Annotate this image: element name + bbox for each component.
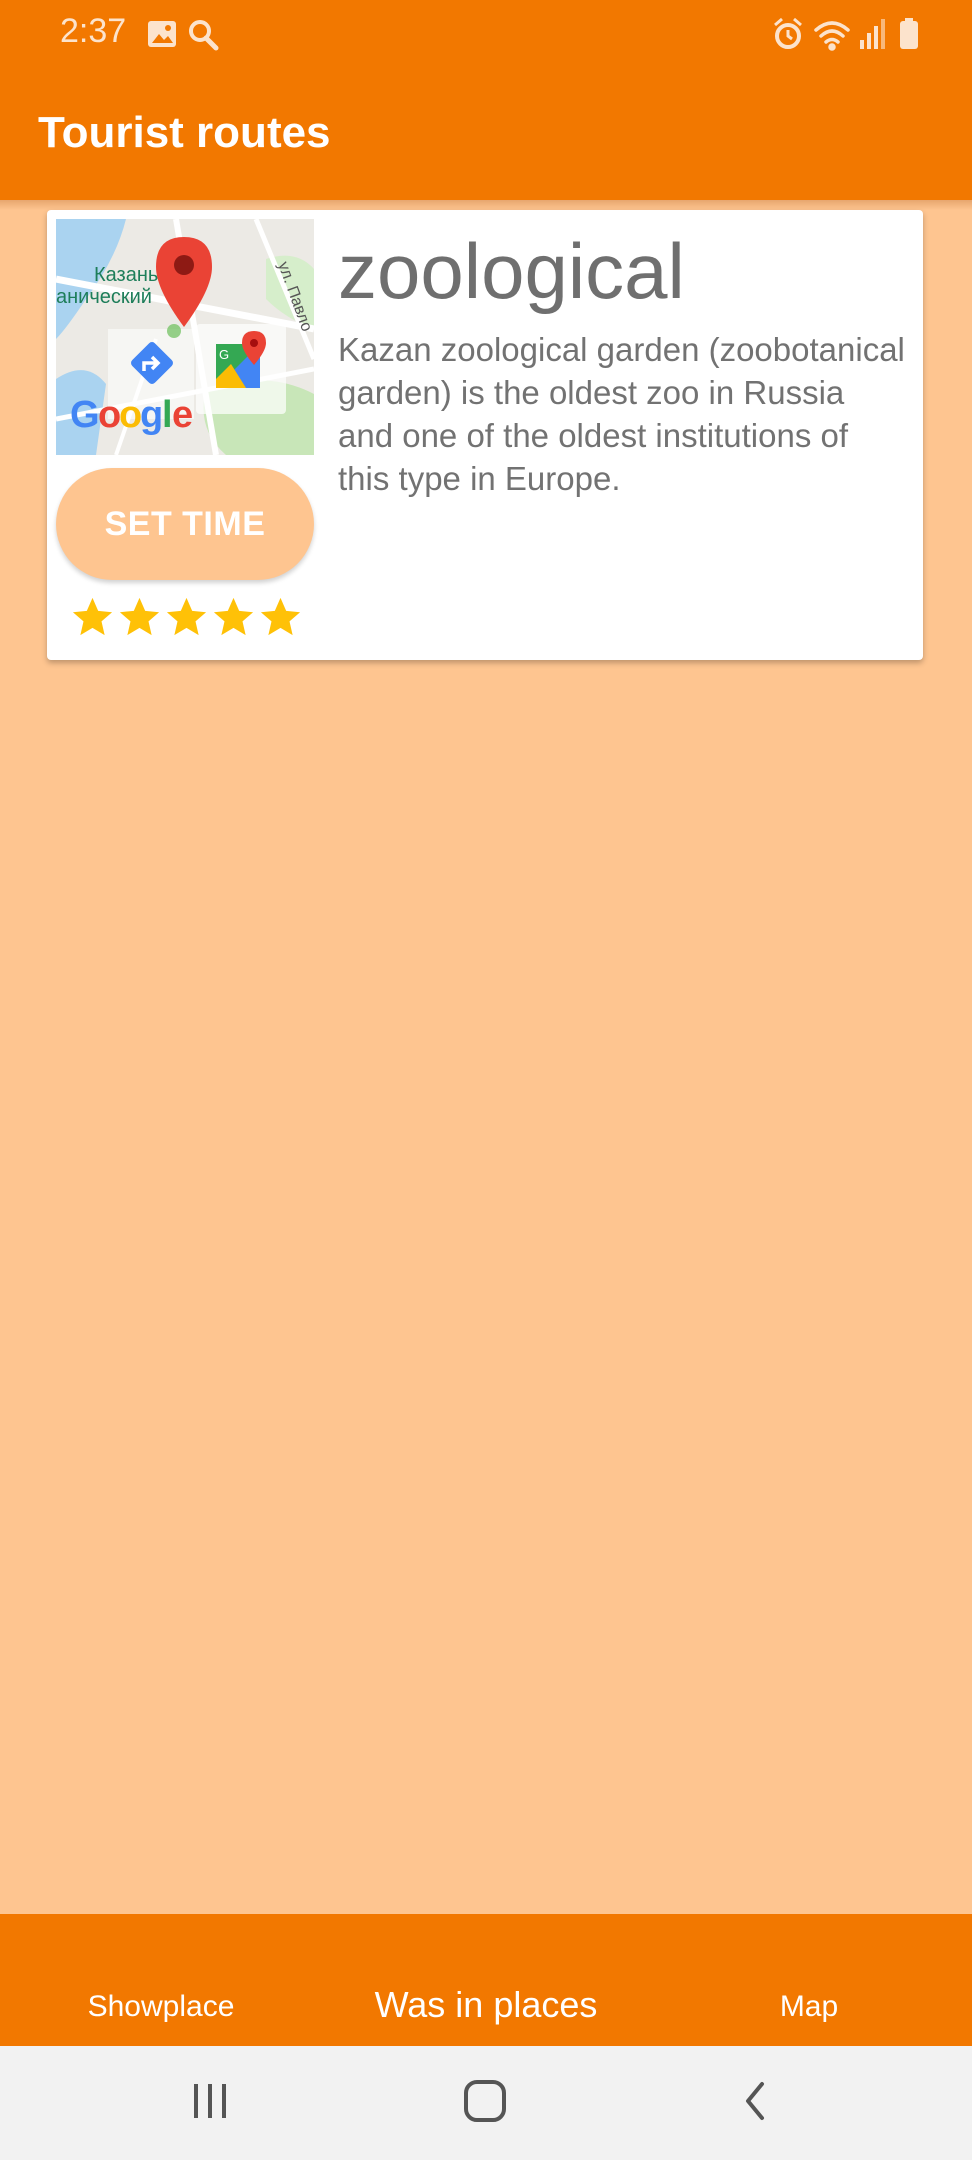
home-icon[interactable] — [460, 2076, 512, 2126]
map-label-city: Казань — [94, 264, 158, 286]
app-title: Tourist routes — [38, 108, 331, 157]
app-bar: Tourist routes — [0, 68, 972, 200]
map-label-district: анический — [56, 286, 152, 308]
status-left-icons — [146, 18, 226, 57]
status-bar: 2:37 — [0, 0, 972, 68]
place-title: zoological — [338, 227, 685, 315]
status-time: 2:37 — [60, 12, 127, 50]
recent-apps-icon[interactable] — [190, 2076, 230, 2126]
nav-was-in-places[interactable]: Was in places — [375, 1984, 598, 2026]
star-icon[interactable] — [116, 594, 163, 641]
svg-text:o: o — [98, 394, 121, 436]
app-bar-shadow — [0, 200, 972, 210]
rating-stars[interactable] — [69, 594, 309, 644]
svg-text:o: o — [119, 394, 142, 436]
bottom-navigation: Showplace Was in places Map — [0, 1914, 972, 2046]
svg-text:G: G — [219, 347, 229, 362]
set-time-button[interactable]: SET TIME — [56, 468, 314, 580]
image-icon — [148, 21, 176, 47]
star-icon[interactable] — [163, 594, 210, 641]
star-icon[interactable] — [257, 594, 304, 641]
star-icon[interactable] — [69, 594, 116, 641]
system-navigation-bar — [0, 2046, 972, 2160]
svg-text:g: g — [140, 394, 163, 436]
google-logo: G o o g l e — [70, 394, 193, 436]
nav-showplace[interactable]: Showplace — [88, 1990, 235, 2024]
status-right-icons — [772, 16, 932, 57]
alarm-icon — [774, 17, 802, 49]
svg-text:G: G — [70, 394, 100, 436]
svg-text:l: l — [162, 394, 173, 436]
search-icon — [189, 20, 219, 51]
battery-icon — [900, 18, 918, 49]
place-description: Kazan zoological garden (zoobotanical ga… — [338, 331, 905, 497]
star-icon[interactable] — [210, 594, 257, 641]
map-thumbnail[interactable]: Казань анический ул. Павло G G o o g l e — [56, 219, 314, 455]
nav-map[interactable]: Map — [780, 1990, 838, 2024]
svg-text:e: e — [172, 394, 193, 436]
back-icon[interactable] — [740, 2076, 770, 2126]
signal-icon — [860, 19, 885, 49]
place-card[interactable]: Казань анический ул. Павло G G o o g l e… — [47, 210, 923, 660]
wifi-icon — [814, 21, 850, 51]
